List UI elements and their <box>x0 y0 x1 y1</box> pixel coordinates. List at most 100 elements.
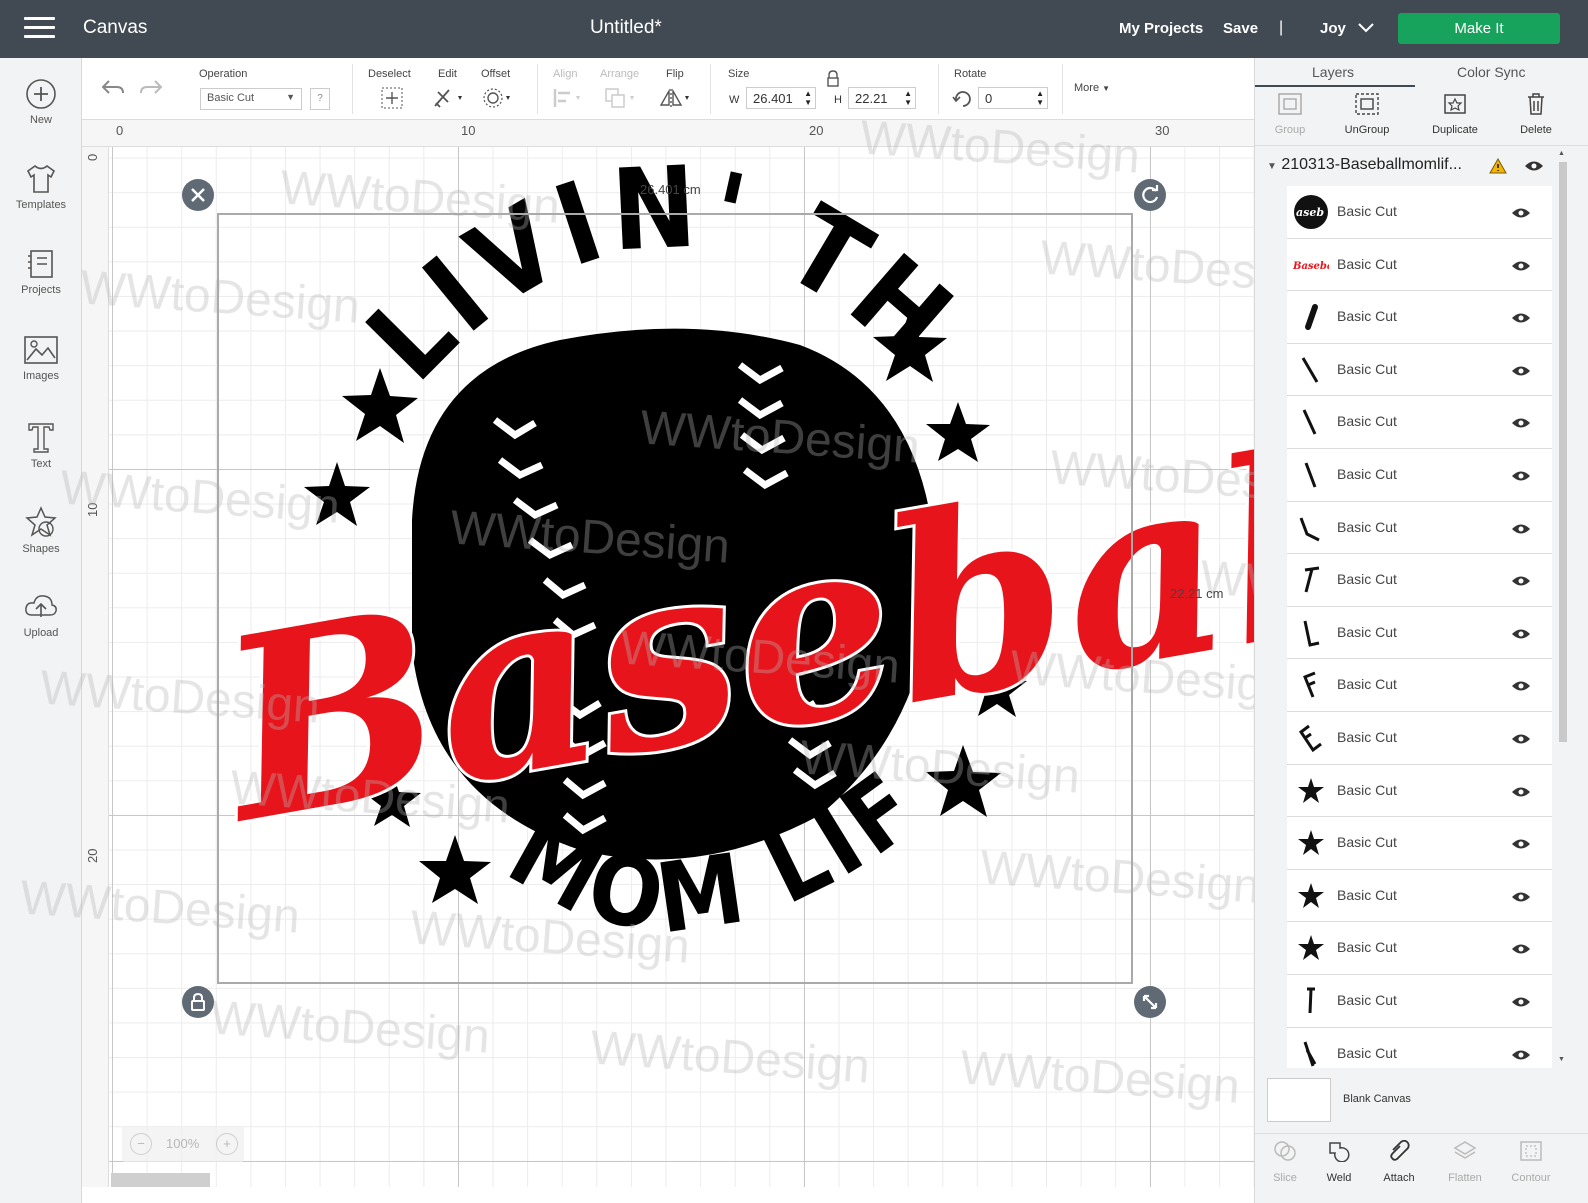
align-icon[interactable] <box>552 86 586 110</box>
contour-button[interactable]: Contour <box>1501 1140 1561 1184</box>
eye-icon[interactable] <box>1511 786 1531 798</box>
scroll-down-icon[interactable]: ▼ <box>1558 1056 1565 1063</box>
my-projects-link[interactable]: My Projects <box>1119 20 1203 37</box>
make-it-button[interactable]: Make It <box>1398 13 1560 44</box>
slice-button[interactable]: Slice <box>1255 1140 1315 1184</box>
stepper-arrows-icon[interactable]: ▲ ▼ <box>904 89 912 107</box>
sidebar-item-shapes[interactable]: Shapes <box>0 505 82 577</box>
eye-icon[interactable] <box>1511 1049 1531 1061</box>
zoom-in-icon[interactable]: + <box>216 1133 238 1155</box>
more-menu[interactable]: More ▼ <box>1074 82 1110 94</box>
arrange-icon[interactable] <box>604 86 638 110</box>
layers-scrollbar[interactable]: ▲ ▼ <box>1556 150 1568 1070</box>
resize-handle[interactable] <box>1134 986 1166 1018</box>
eye-icon[interactable] <box>1511 365 1531 377</box>
blank-canvas-swatch[interactable] <box>1267 1078 1331 1122</box>
list-item[interactable]: Basic Cut <box>1287 817 1552 870</box>
list-item[interactable]: Basic Cut <box>1287 501 1552 555</box>
zoom-out-icon[interactable]: − <box>130 1133 152 1155</box>
list-item[interactable]: Basic Cut <box>1287 606 1552 660</box>
width-input[interactable]: 26.401 ▲ ▼ <box>746 87 816 109</box>
list-item[interactable]: aseb Basic Cut <box>1287 186 1552 239</box>
warning-icon[interactable] <box>1489 158 1507 174</box>
layer-name: Basic Cut <box>1337 728 1397 745</box>
scroll-up-icon[interactable]: ▲ <box>1558 150 1565 157</box>
eye-icon[interactable] <box>1524 160 1544 172</box>
tab-color-sync[interactable]: Color Sync <box>1457 64 1525 80</box>
eye-icon[interactable] <box>1511 575 1531 587</box>
flip-icon[interactable] <box>659 86 693 110</box>
sidebar-item-projects[interactable]: Projects <box>0 248 82 320</box>
list-item[interactable]: Baseball Basic Cut <box>1287 238 1552 292</box>
list-item[interactable]: Basic Cut <box>1287 291 1552 344</box>
list-item[interactable]: Basic Cut <box>1287 922 1552 975</box>
list-item[interactable]: Basic Cut <box>1287 869 1552 923</box>
layer-name: Basic Cut <box>1337 255 1397 272</box>
list-item[interactable]: Basic Cut <box>1287 1027 1552 1068</box>
eye-icon[interactable] <box>1511 417 1531 429</box>
eye-icon[interactable] <box>1511 838 1531 850</box>
baseball-ball-thumb: aseb <box>1294 195 1328 229</box>
undo-icon[interactable] <box>100 78 126 98</box>
eye-icon[interactable] <box>1511 628 1531 640</box>
eye-icon[interactable] <box>1511 470 1531 482</box>
zoom-control[interactable]: − 100% + <box>122 1126 244 1162</box>
eye-icon[interactable] <box>1511 680 1531 692</box>
list-item[interactable]: Basic Cut <box>1287 659 1552 712</box>
ungroup-button[interactable]: UnGroup <box>1332 92 1402 136</box>
list-item[interactable]: Basic Cut <box>1287 711 1552 765</box>
eye-icon[interactable] <box>1511 260 1531 272</box>
layer-name: Basic Cut <box>1337 834 1397 851</box>
lock-ratio-icon[interactable] <box>826 70 840 88</box>
group-button[interactable]: Group <box>1255 92 1325 136</box>
flatten-button[interactable]: Flatten <box>1435 1140 1495 1184</box>
deselect-icon[interactable] <box>380 86 404 110</box>
user-menu[interactable]: Joy <box>1320 20 1374 37</box>
eye-icon[interactable] <box>1511 943 1531 955</box>
list-item[interactable]: Basic Cut <box>1287 343 1552 397</box>
operation-select[interactable]: Basic Cut ▼ <box>200 88 302 110</box>
eye-icon[interactable] <box>1511 312 1531 324</box>
attach-button[interactable]: Attach <box>1369 1140 1429 1184</box>
list-item[interactable]: Basic Cut <box>1287 554 1552 607</box>
weld-button[interactable]: Weld <box>1309 1140 1369 1184</box>
delete-button[interactable]: Delete <box>1501 92 1571 136</box>
list-item[interactable]: Basic Cut <box>1287 974 1552 1028</box>
eye-icon[interactable] <box>1511 207 1531 219</box>
selection-bounding-box[interactable] <box>217 213 1133 984</box>
sidebar-item-templates[interactable]: Templates <box>0 163 82 235</box>
offset-icon[interactable] <box>482 86 516 110</box>
lock-handle[interactable] <box>182 986 214 1018</box>
sidebar-item-text[interactable]: Text <box>0 420 82 492</box>
list-item[interactable]: Basic Cut <box>1287 396 1552 449</box>
document-title[interactable]: Untitled* <box>590 17 662 39</box>
scrollbar-thumb[interactable] <box>1559 162 1567 742</box>
more-label: More <box>1074 82 1100 94</box>
horizontal-ruler: 0 10 20 30 <box>82 120 1254 147</box>
list-item[interactable]: Basic Cut <box>1287 764 1552 818</box>
eye-icon[interactable] <box>1511 733 1531 745</box>
eye-icon[interactable] <box>1511 523 1531 535</box>
rotate-input[interactable]: 0 ▲ ▼ <box>978 87 1048 109</box>
save-button[interactable]: Save <box>1223 20 1258 37</box>
sidebar-item-new[interactable]: New <box>0 78 82 150</box>
height-input[interactable]: 22.21 ▲ ▼ <box>848 87 916 109</box>
rotate-handle[interactable] <box>1134 179 1166 211</box>
tab-layers[interactable]: Layers <box>1312 64 1354 80</box>
menu-icon[interactable] <box>24 17 55 41</box>
duplicate-button[interactable]: Duplicate <box>1420 92 1490 136</box>
stepper-arrows-icon[interactable]: ▲ ▼ <box>1036 89 1044 107</box>
redo-icon[interactable] <box>138 78 164 98</box>
sidebar-item-images[interactable]: Images <box>0 334 82 406</box>
sidebar-item-upload[interactable]: Upload <box>0 591 82 663</box>
operation-help-button[interactable]: ? <box>310 88 330 110</box>
layer-group-header[interactable]: ▼ 210313-Baseballmomlif... <box>1267 156 1557 174</box>
list-item[interactable]: Basic Cut <box>1287 448 1552 502</box>
eye-icon[interactable] <box>1511 891 1531 903</box>
stepper-arrows-icon[interactable]: ▲ ▼ <box>804 89 812 107</box>
horizontal-scrollbar[interactable] <box>111 1173 210 1187</box>
delete-handle[interactable] <box>182 179 214 211</box>
collapse-caret-icon[interactable]: ▼ <box>1267 161 1277 172</box>
eye-icon[interactable] <box>1511 996 1531 1008</box>
edit-tools-icon[interactable] <box>432 86 466 110</box>
